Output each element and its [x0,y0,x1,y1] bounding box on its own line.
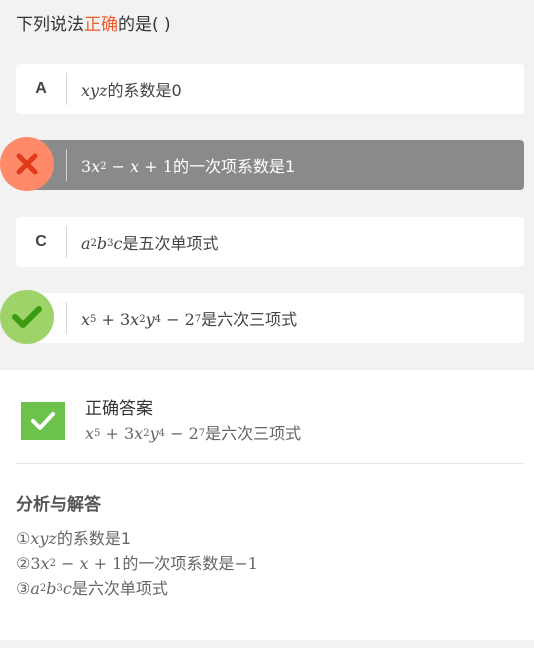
check-icon [12,306,42,328]
question-highlight: 正确 [84,15,118,35]
analysis-line: ②3x2 − x + 1的一次项系数是−1 [16,554,258,573]
option-text: x5 + 3x2y4 − 27是六次三项式 [81,310,298,329]
correct-answer-text: x5 + 3x2y4 − 27是六次三项式 [85,424,302,443]
checkbox-icon [21,402,65,440]
option-text: a2b3c是五次单项式 [81,234,219,253]
analysis-line: ①xyz的系数是1 [16,529,132,548]
question-text: 下列说法正确的是( ) [16,10,171,35]
cross-icon [16,153,38,175]
correct-answer-label: 正确答案 [85,399,153,419]
answer-panel: 正确答案 x5 + 3x2y4 − 27是六次三项式 分析与解答 ①xyz的系数… [0,370,534,640]
correct-badge [0,290,54,344]
question-prefix: 下列说法 [16,15,84,35]
option-a[interactable]: A xyz的系数是0 [16,64,524,114]
option-letter: C [35,233,47,250]
option-c[interactable]: C a2b3c是五次单项式 [16,217,524,267]
option-text: 3x2 − x + 1的一次项系数是1 [81,157,296,176]
question-suffix: 的是( ) [118,15,171,35]
section-divider [16,463,524,464]
analysis-title: 分析与解答 [16,495,101,515]
option-b[interactable]: 3x2 − x + 1的一次项系数是1 [16,140,524,190]
wrong-badge [0,137,54,191]
option-letter: A [35,80,47,97]
option-text: xyz的系数是0 [81,81,182,100]
analysis-line: ③a2b3c是六次单项式 [16,579,168,598]
option-d[interactable]: x5 + 3x2y4 − 27是六次三项式 [16,293,524,343]
